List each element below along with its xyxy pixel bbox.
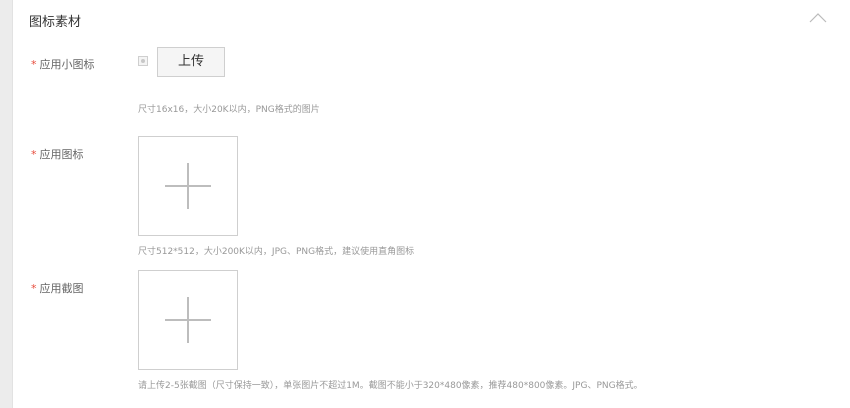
upload-button[interactable]: 上传	[157, 47, 225, 77]
icon-assets-panel: 图标素材 * 应用小图标 上传 尺寸16x16，大小20K以内，PNG格式的图片 …	[12, 0, 850, 408]
screenshots-label: * 应用截图	[31, 280, 84, 296]
required-mark: *	[31, 58, 37, 71]
required-mark: *	[31, 282, 37, 295]
small-icon-label: * 应用小图标	[31, 56, 95, 72]
plus-icon	[165, 163, 211, 209]
plus-icon	[165, 297, 211, 343]
collapse-button[interactable]	[806, 8, 830, 28]
small-icon-label-text: 应用小图标	[39, 58, 95, 71]
screenshots-hint: 请上传2-5张截图（尺寸保持一致），单张图片不超过1M。截图不能小于320*48…	[138, 381, 643, 391]
screenshot-upload-box[interactable]	[138, 270, 238, 370]
section-title: 图标素材	[29, 15, 82, 30]
app-icon-upload-box[interactable]	[138, 136, 238, 236]
app-icon-label-text: 应用图标	[39, 148, 84, 161]
screenshots-label-text: 应用截图	[39, 282, 84, 295]
small-icon-preview	[138, 56, 148, 66]
app-icon-hint: 尺寸512*512，大小200K以内，JPG、PNG格式，建议使用直角图标	[138, 247, 415, 257]
small-icon-hint: 尺寸16x16，大小20K以内，PNG格式的图片	[138, 105, 320, 115]
app-icon-label: * 应用图标	[31, 146, 84, 162]
required-mark: *	[31, 148, 37, 161]
chevron-up-icon	[809, 13, 827, 23]
